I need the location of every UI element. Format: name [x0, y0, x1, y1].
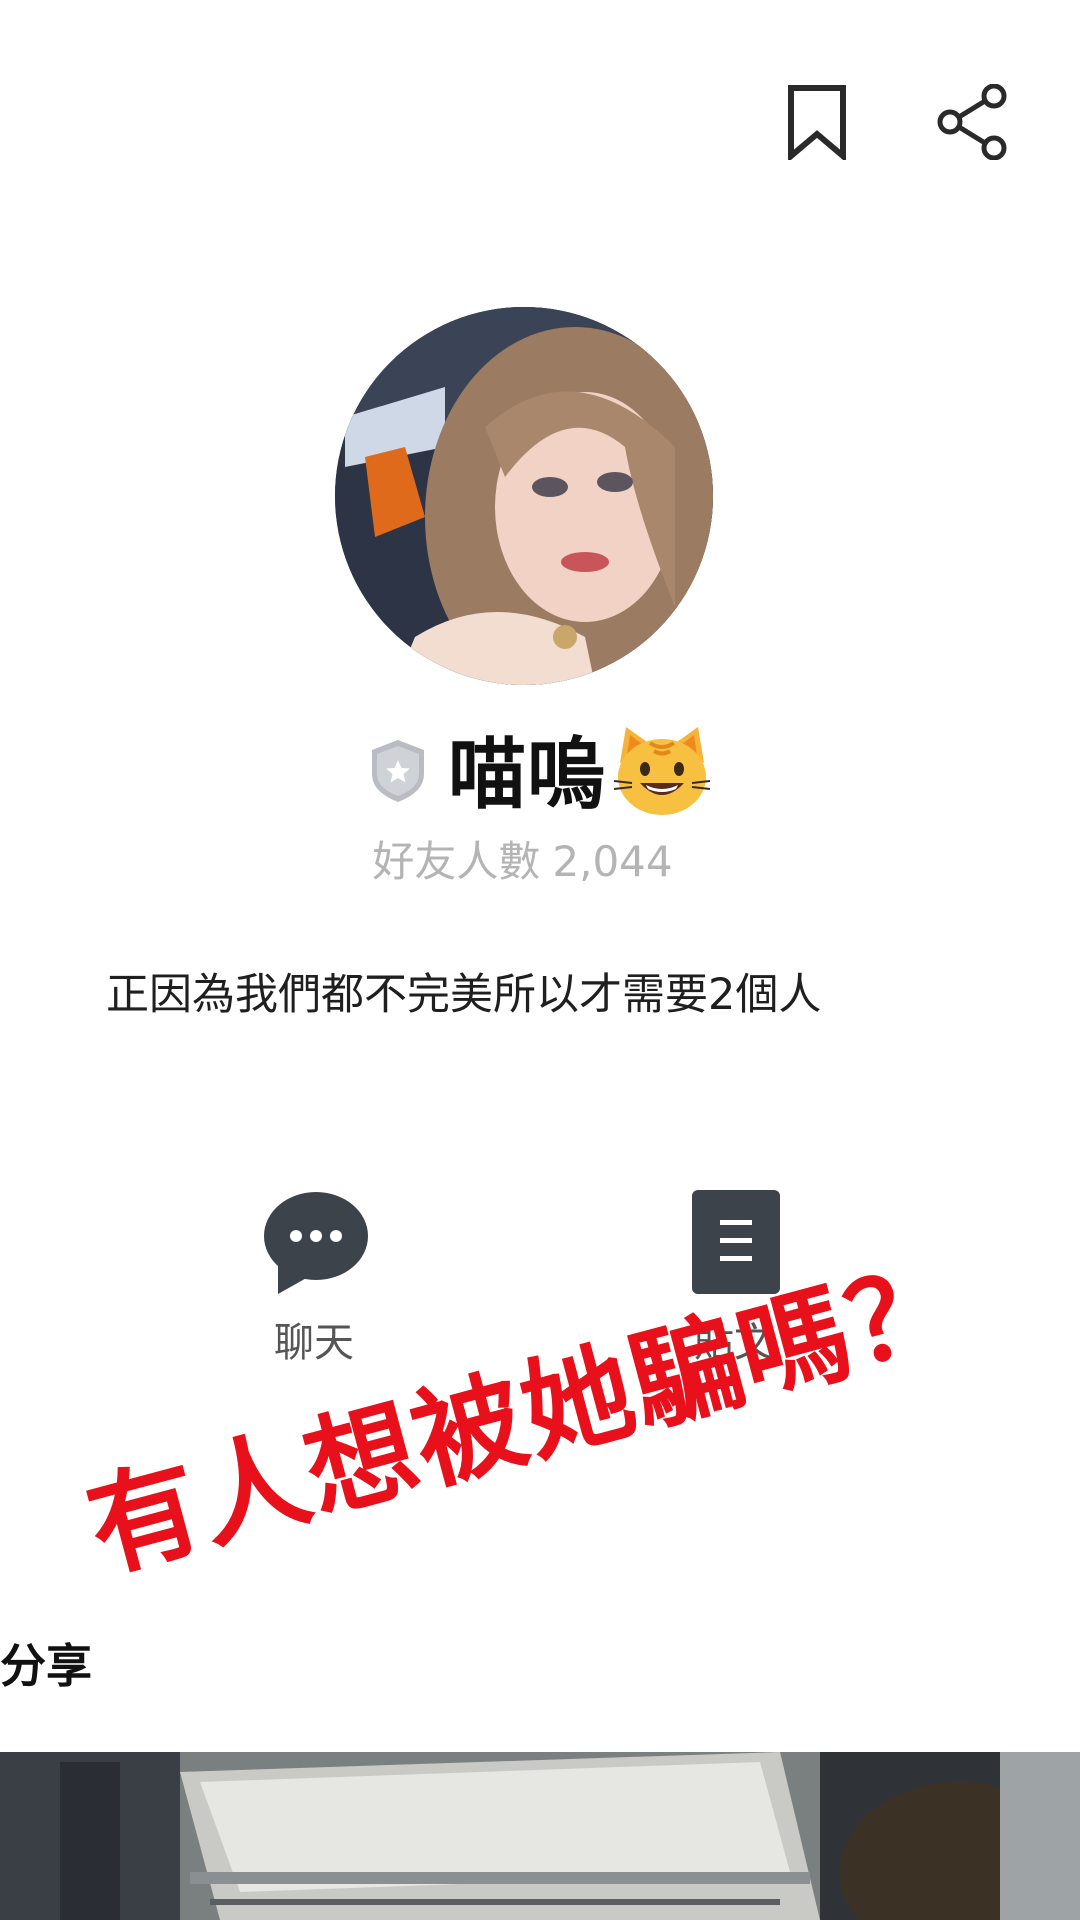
shared-photo[interactable]: [0, 1752, 1080, 1920]
section-title: 分享: [0, 1639, 92, 1693]
avatar[interactable]: [335, 307, 713, 685]
profile-name-row: 喵嗚: [0, 718, 1080, 820]
friend-count-label: 好友人數: [372, 837, 541, 886]
bookmark-button[interactable]: [777, 82, 857, 162]
shared-photo-image: [0, 1752, 1080, 1920]
chat-button[interactable]: 聊天: [234, 1190, 394, 1380]
bookmark-icon: [788, 85, 846, 160]
status-message: 正因為我們都不完美所以才需要2個人: [106, 970, 822, 1020]
overlay-caption: 有人想被她騙嗎？: [75, 1238, 974, 1595]
share-button[interactable]: [932, 82, 1012, 162]
friend-count-value: 2,044: [552, 837, 673, 886]
shield-star-icon: [371, 740, 424, 802]
chat-bubble-icon: [264, 1192, 368, 1294]
chat-label: 聊天: [274, 1320, 354, 1366]
profile-page: 喵嗚 好友人數 2,044 正因為我們都不完美所以才需要2個人 聊天 貼文 有人…: [0, 0, 1080, 1920]
friend-count: 好友人數 2,044: [0, 828, 1045, 889]
avatar-photo: [335, 307, 713, 685]
cat-face-icon: [613, 727, 711, 815]
profile-name: 喵嗚: [447, 730, 606, 820]
share-icon: [937, 84, 1007, 160]
